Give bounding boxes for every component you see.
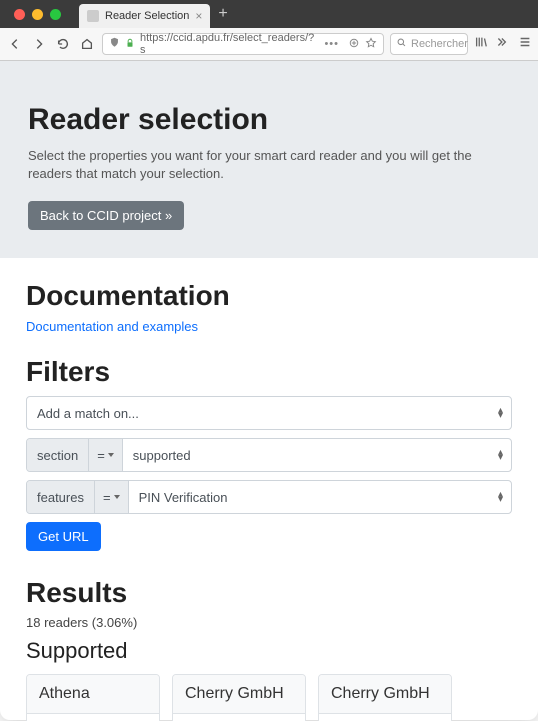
documentation-link[interactable]: Documentation and examples: [26, 319, 198, 334]
back-to-project-button[interactable]: Back to CCID project »: [28, 201, 184, 230]
card-vendor: Cherry GmbH: [319, 675, 451, 714]
filter-operator-select[interactable]: =: [89, 439, 123, 471]
back-button[interactable]: [6, 35, 24, 53]
window-maximize-button[interactable]: [50, 9, 61, 20]
tab-close-icon[interactable]: ×: [195, 9, 202, 23]
reader-card[interactable]: Athena: [26, 674, 160, 721]
reload-button[interactable]: [54, 35, 72, 53]
add-match-placeholder: Add a match on...: [37, 406, 139, 421]
filter-prefix-label: section: [27, 439, 89, 471]
lock-icon: [125, 38, 135, 51]
active-tab[interactable]: Reader Selection ×: [79, 4, 210, 28]
hero-section: Reader selection Select the properties y…: [0, 61, 538, 258]
card-vendor: Athena: [27, 675, 159, 714]
card-vendor: Cherry GmbH: [173, 675, 305, 714]
url-input[interactable]: https://ccid.apdu.fr/select_readers/?s •…: [102, 33, 384, 55]
card-image: [319, 714, 451, 721]
browser-chrome: Reader Selection × + https://ccid.apdu.f…: [0, 0, 538, 61]
window-close-button[interactable]: [14, 9, 25, 20]
chevron-down-icon: [108, 453, 114, 457]
reader-card[interactable]: Cherry GmbH: [318, 674, 452, 721]
window-controls: [8, 9, 67, 20]
search-input[interactable]: Rechercher: [390, 33, 468, 55]
filters-heading: Filters: [26, 356, 512, 388]
page-content[interactable]: Reader selection Select the properties y…: [0, 61, 538, 721]
search-icon: [396, 37, 407, 51]
url-text: https://ccid.apdu.fr/select_readers/?s: [140, 32, 319, 56]
url-more-icon[interactable]: •••: [324, 38, 339, 50]
tab-favicon: [87, 10, 99, 22]
tab-bar: Reader Selection × +: [0, 0, 538, 28]
chevron-down-icon: [114, 495, 120, 499]
search-placeholder: Rechercher: [411, 38, 468, 50]
filter-value-select[interactable]: PIN Verification ▴▾: [129, 481, 511, 513]
results-cards: Athena: [26, 674, 512, 721]
page-title: Reader selection: [28, 103, 510, 137]
bookmark-star-icon[interactable]: [365, 37, 377, 52]
forward-button[interactable]: [30, 35, 48, 53]
add-match-select[interactable]: Add a match on... ▴▾: [26, 396, 512, 430]
main-content: Documentation Documentation and examples…: [0, 258, 538, 721]
reader-card[interactable]: Cherry GmbH: [172, 674, 306, 721]
chevron-updown-icon: ▴▾: [498, 450, 503, 460]
menu-icon[interactable]: [518, 35, 532, 54]
chevron-updown-icon: ▴▾: [498, 408, 503, 418]
filter-row-section: section = supported ▴▾: [26, 438, 512, 472]
library-icon[interactable]: [474, 35, 488, 54]
card-image: [173, 714, 305, 721]
filter-prefix-label: features: [27, 481, 95, 513]
home-button[interactable]: [78, 35, 96, 53]
filter-row-features: features = PIN Verification ▴▾: [26, 480, 512, 514]
results-heading: Results: [26, 577, 512, 609]
filter-operator-select[interactable]: =: [95, 481, 129, 513]
filter-value-select[interactable]: supported ▴▾: [123, 439, 511, 471]
new-tab-button[interactable]: +: [210, 5, 235, 23]
tab-title: Reader Selection: [105, 10, 189, 22]
reader-mode-icon[interactable]: [348, 37, 360, 52]
get-url-button[interactable]: Get URL: [26, 522, 101, 551]
card-image: [27, 714, 159, 721]
shield-icon: [109, 37, 120, 51]
address-bar: https://ccid.apdu.fr/select_readers/?s •…: [0, 28, 538, 60]
results-count: 18 readers (3.06%): [26, 615, 512, 630]
chevron-updown-icon: ▴▾: [498, 492, 503, 502]
supported-heading: Supported: [26, 638, 512, 664]
window-minimize-button[interactable]: [32, 9, 43, 20]
overflow-icon[interactable]: [494, 35, 508, 54]
documentation-heading: Documentation: [26, 280, 512, 312]
page-subtitle: Select the properties you want for your …: [28, 147, 510, 183]
